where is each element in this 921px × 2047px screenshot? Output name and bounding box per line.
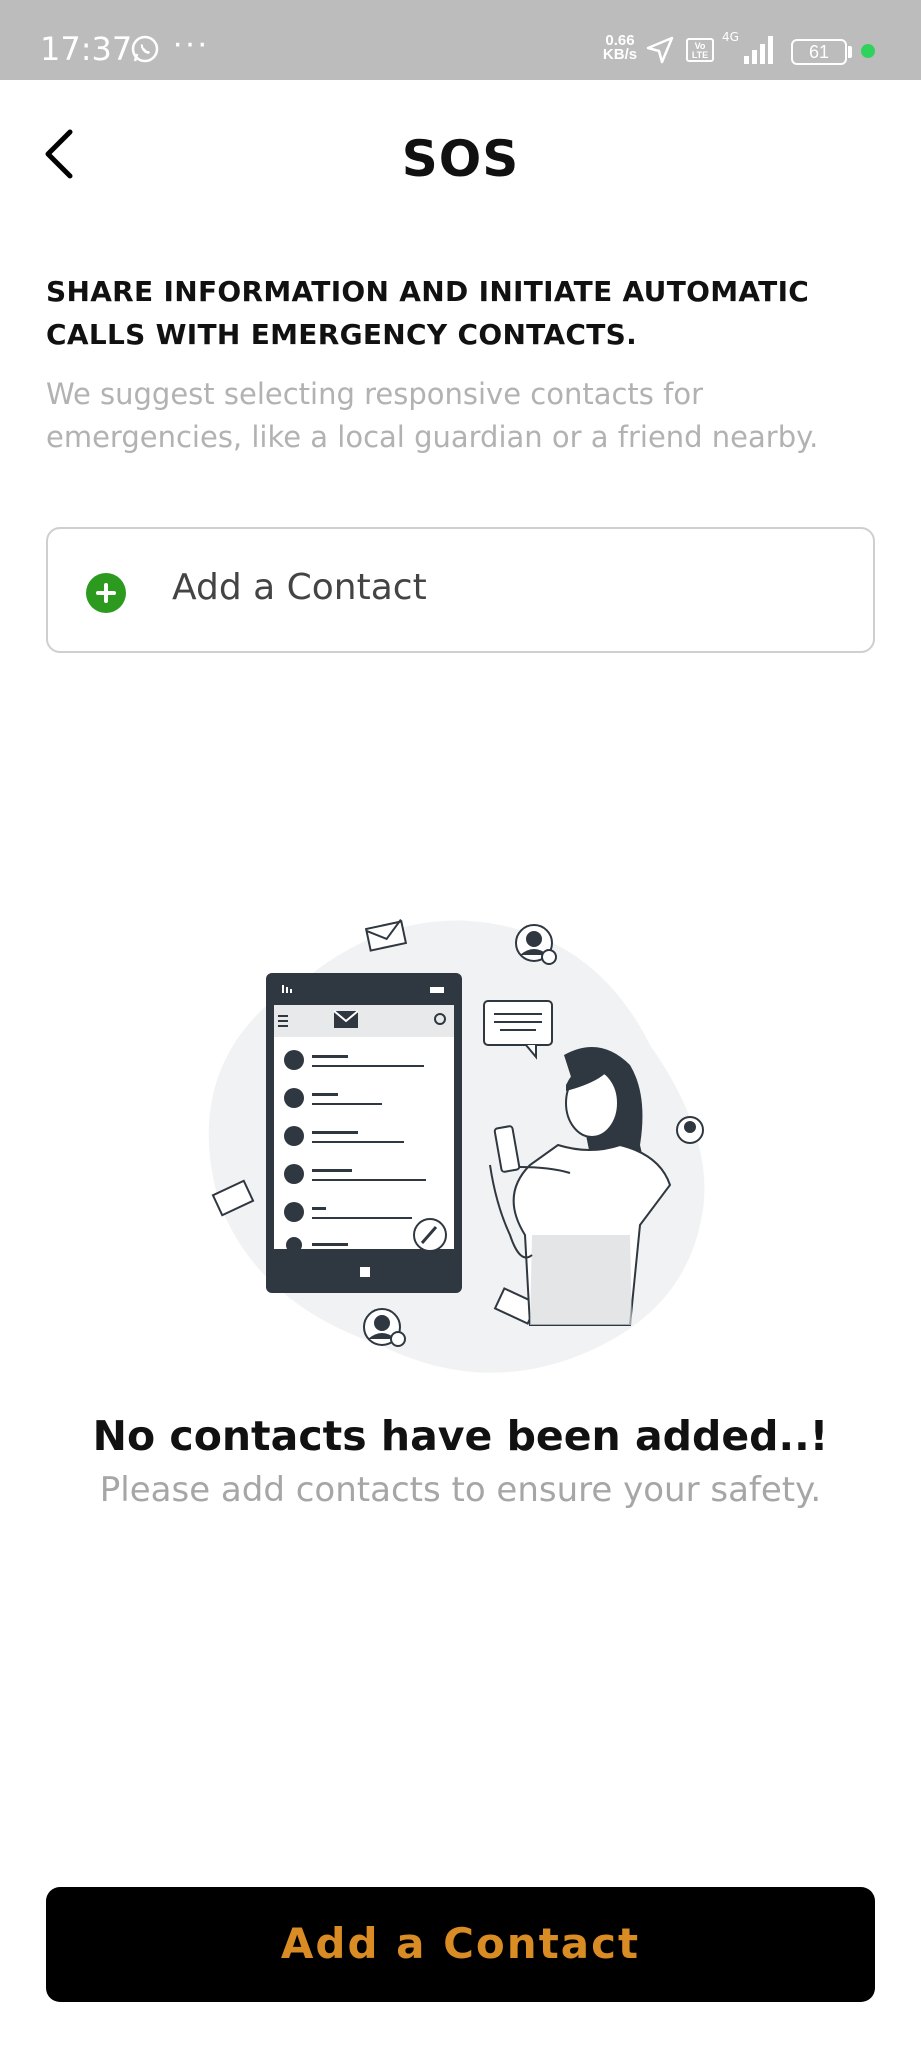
more-dots-icon: ··· bbox=[172, 24, 209, 62]
intro-description: We suggest selecting responsive contacts… bbox=[46, 377, 819, 454]
battery-tip bbox=[848, 46, 852, 58]
volte-icon: Vo LTE bbox=[686, 38, 714, 62]
privacy-indicator-dot bbox=[861, 44, 875, 58]
contacts-illustration bbox=[208, 918, 705, 1373]
network-speed: 0.66 KB/s bbox=[598, 33, 642, 63]
add-contact-row-label: Add a Contact bbox=[172, 567, 427, 608]
empty-state-title: No contacts have been added..! bbox=[92, 1412, 829, 1460]
status-bar: 17:37 ··· 0.66 KB/s Vo LTE 4G 61 bbox=[0, 0, 921, 80]
add-contact-row[interactable]: Add a Contact bbox=[46, 527, 875, 653]
empty-state-subtitle: Please add contacts to ensure your safet… bbox=[99, 1470, 822, 1510]
signal-icon: 4G bbox=[722, 30, 773, 64]
network-type: 4G bbox=[722, 30, 739, 44]
add-contact-button-label: Add a Contact bbox=[280, 1919, 641, 1968]
plus-circle-icon bbox=[86, 573, 126, 613]
add-contact-button[interactable]: Add a Contact bbox=[46, 1887, 875, 2002]
network-speed-unit: KB/s bbox=[602, 46, 638, 63]
battery-icon: 61 bbox=[791, 39, 847, 65]
status-time: 17:37 bbox=[40, 30, 133, 68]
whatsapp-icon bbox=[131, 35, 159, 63]
intro-heading: SHARE INFORMATION AND INITIATE AUTOMATIC… bbox=[46, 275, 810, 351]
page-title: SOS bbox=[401, 130, 520, 188]
location-arrow-icon bbox=[646, 36, 674, 64]
